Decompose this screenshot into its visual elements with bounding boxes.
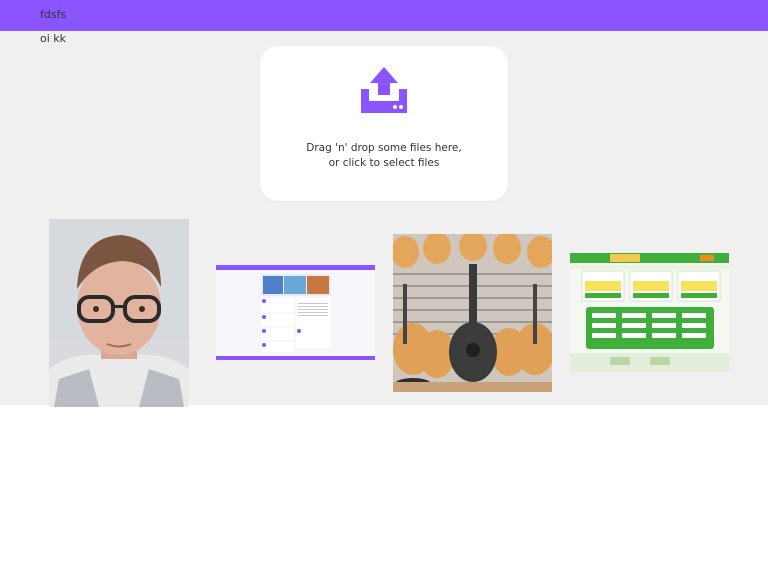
image-thumbnail-website-green[interactable] [570, 253, 729, 372]
top-bar: fdsfs [0, 0, 768, 31]
image-thumbnail-portrait[interactable] [49, 219, 189, 407]
upload-icon [361, 67, 407, 113]
subtitle-text: oi kk [40, 32, 67, 45]
file-dropzone[interactable]: Drag 'n' drop some files here, or click … [260, 46, 508, 201]
image-thumbnail-guitars[interactable] [393, 234, 552, 392]
image-thumbnail-website-purple[interactable] [216, 265, 375, 360]
dropzone-instruction-line1: Drag 'n' drop some files here, [306, 142, 462, 154]
app-title: fdsfs [40, 8, 67, 21]
dropzone-instruction-line2: or click to select files [328, 157, 440, 169]
